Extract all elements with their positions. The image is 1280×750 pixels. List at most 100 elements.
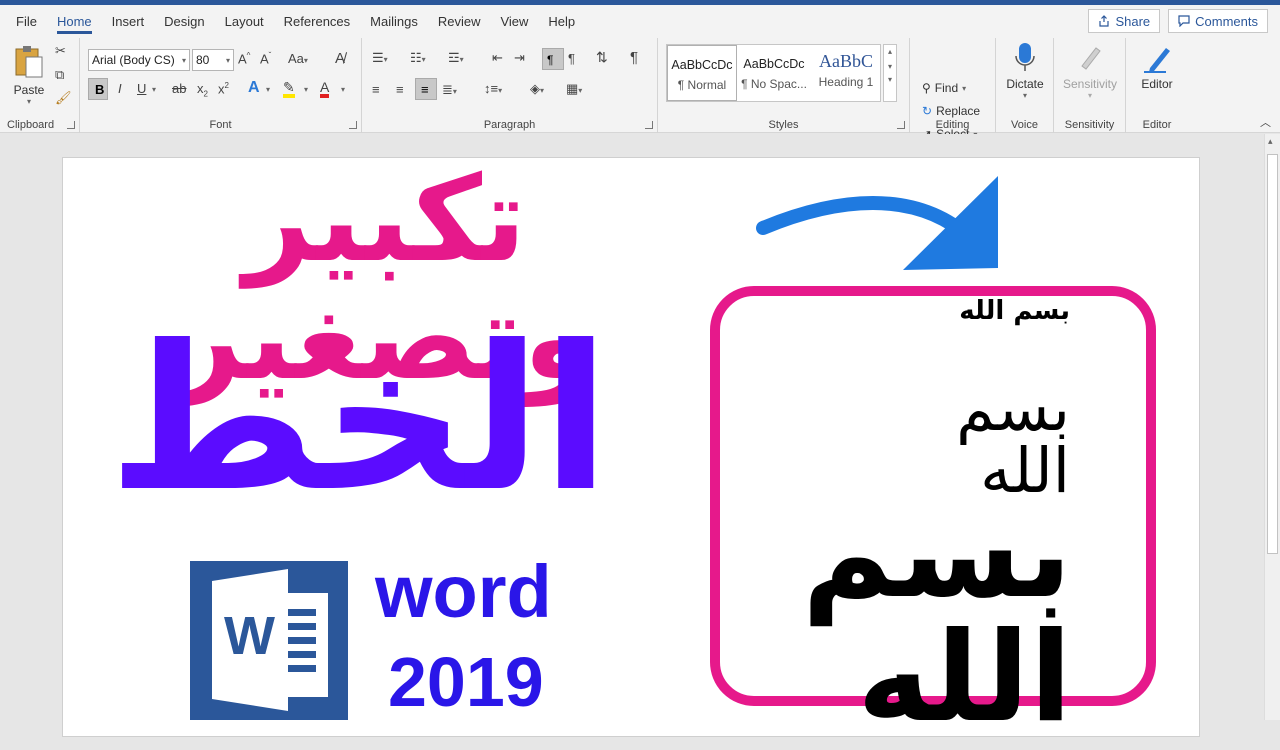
scrollbar-thumb[interactable]	[1267, 154, 1278, 554]
styles-scroll[interactable]: ▴ ▾ ▾	[883, 44, 897, 102]
dictate-label: Dictate	[1006, 77, 1044, 91]
editor-pen-icon	[1144, 48, 1170, 73]
strikethrough-icon[interactable]: ab	[172, 82, 186, 95]
font-launcher-icon[interactable]	[349, 121, 357, 129]
ltr-icon: ¶	[547, 53, 554, 67]
show-marks-icon[interactable]: ¶	[630, 50, 638, 65]
paragraph-launcher-icon[interactable]	[645, 121, 653, 129]
tab-insert[interactable]: Insert	[102, 5, 155, 38]
replace-label: Replace	[936, 104, 981, 118]
line-spacing-icon[interactable]: ↕≡▾	[484, 82, 502, 95]
align-left-icon[interactable]: ≡	[372, 83, 380, 96]
rtl-icon[interactable]: ¶	[568, 52, 575, 65]
underline-caret-icon[interactable]: ▾	[152, 86, 156, 94]
paragraph-group-label: Paragraph	[483, 119, 536, 131]
cut-icon[interactable]: ✂	[55, 44, 66, 57]
clear-formatting-icon[interactable]: A̸	[335, 51, 345, 66]
font-name-caret-icon: ▾	[181, 56, 186, 65]
italic-icon[interactable]: I	[118, 82, 122, 95]
align-right-button[interactable]: ≡	[415, 78, 437, 100]
grow-font-icon[interactable]: A^	[238, 52, 250, 66]
highlight-icon[interactable]: ✎	[283, 80, 295, 98]
voice-group: Dictate ▾ Voice	[996, 38, 1054, 133]
menu-bar: File Home Insert Design Layout Reference…	[0, 5, 1280, 38]
text-effects-icon[interactable]: A	[248, 80, 260, 96]
tab-references[interactable]: References	[274, 5, 360, 38]
styles-gallery: AaBbCcDc ¶ Normal AaBbCcDc ¶ No Spac... …	[666, 44, 881, 102]
style-sample: AaBbC	[819, 51, 873, 71]
text-effects-caret-icon[interactable]: ▾	[266, 86, 270, 94]
styles-launcher-icon[interactable]	[897, 121, 905, 129]
tab-review[interactable]: Review	[428, 5, 491, 38]
font-color-caret-icon[interactable]: ▾	[341, 86, 345, 94]
vertical-scrollbar[interactable]: ▴	[1264, 134, 1280, 720]
editor-label: Editor	[1141, 77, 1173, 91]
dictate-caret-icon: ▾	[1022, 91, 1027, 100]
find-button[interactable]: ⚲ Find ▾	[922, 81, 966, 95]
shading-icon[interactable]: ◈▾	[530, 82, 544, 95]
paste-label: Paste	[13, 83, 45, 97]
clipboard-launcher-icon[interactable]	[67, 121, 75, 129]
voice-group-label: Voice	[1011, 119, 1038, 131]
borders-icon[interactable]: ▦▾	[566, 82, 582, 95]
tab-view[interactable]: View	[490, 5, 538, 38]
font-name-combo[interactable]: Arial (Body CS) ▾	[88, 49, 190, 71]
sensitivity-caret-icon: ▾	[1087, 91, 1092, 100]
document-workspace	[0, 134, 1280, 737]
tab-design[interactable]: Design	[154, 5, 214, 38]
tab-layout[interactable]: Layout	[215, 5, 274, 38]
document-page[interactable]	[62, 157, 1200, 737]
style-name: Heading 1	[818, 75, 874, 89]
underline-icon[interactable]: U	[137, 82, 146, 95]
increase-indent-icon[interactable]: ⇥	[514, 51, 525, 64]
replace-icon: ↻	[922, 104, 933, 118]
paste-icon	[15, 46, 43, 78]
sort-icon[interactable]: ⇅	[596, 50, 608, 64]
multilevel-list-icon[interactable]: ☲▾	[448, 51, 464, 64]
tab-mailings[interactable]: Mailings	[360, 5, 428, 38]
shrink-font-icon[interactable]: Aˇ	[260, 52, 271, 66]
sensitivity-label: Sensitivity	[1062, 77, 1118, 91]
style-heading-1[interactable]: AaBbC Heading 1	[811, 45, 881, 101]
style-normal[interactable]: AaBbCcDc ¶ Normal	[667, 45, 737, 101]
dictate-button[interactable]: Dictate ▾	[1000, 42, 1050, 100]
scroll-down-icon[interactable]: ▾	[884, 62, 896, 71]
paste-button[interactable]: Paste ▾	[8, 44, 50, 106]
paste-caret-icon[interactable]: ▾	[8, 97, 50, 106]
subscript-icon[interactable]: x2	[197, 82, 208, 99]
tab-help[interactable]: Help	[538, 5, 585, 38]
change-case-label: Aa	[288, 51, 304, 66]
style-name: ¶ No Spac...	[741, 77, 807, 91]
scroll-up-arrow-icon[interactable]: ▴	[1268, 136, 1273, 147]
style-no-spacing[interactable]: AaBbCcDc ¶ No Spac...	[739, 45, 809, 101]
font-color-icon[interactable]: A	[320, 80, 330, 98]
font-group: Arial (Body CS) ▾ 80 ▾ A^ Aˇ Aa▾ A̸ B I …	[80, 38, 362, 133]
decrease-indent-icon[interactable]: ⇤	[492, 51, 503, 64]
change-case-button[interactable]: Aa▾	[288, 52, 308, 65]
highlight-caret-icon[interactable]: ▾	[304, 86, 308, 94]
share-button[interactable]: Share	[1088, 9, 1161, 33]
bold-button[interactable]: B	[88, 78, 108, 100]
font-size-combo[interactable]: 80 ▾	[192, 49, 234, 71]
sensitivity-icon	[1081, 47, 1101, 70]
copy-icon[interactable]: ⧉	[55, 68, 64, 81]
collapse-ribbon-icon[interactable]: ︿	[1260, 118, 1271, 129]
more-styles-icon[interactable]: ▾	[884, 75, 896, 84]
ltr-button[interactable]: ¶	[542, 48, 564, 70]
scroll-up-icon[interactable]: ▴	[884, 47, 896, 56]
editor-group: Editor Editor	[1126, 38, 1188, 133]
tab-file[interactable]: File	[0, 5, 47, 38]
superscript-icon[interactable]: x2	[218, 82, 229, 96]
numbering-icon[interactable]: ☷▾	[410, 51, 426, 64]
sensitivity-button[interactable]: Sensitivity ▾	[1058, 42, 1122, 100]
format-painter-icon[interactable]: 🖌	[55, 91, 72, 104]
comments-button[interactable]: Comments	[1168, 9, 1268, 33]
bullets-icon[interactable]: ☰▾	[372, 51, 388, 64]
justify-icon[interactable]: ≣▾	[442, 83, 457, 96]
align-center-icon[interactable]: ≡	[396, 83, 404, 96]
paragraph-group: ☰▾ ☷▾ ☲▾ ⇤ ⇥ ¶ ¶ ⇅ ¶ ≡ ≡ ≡ ≣▾ ↕≡▾ ◈▾ ▦▾ …	[362, 38, 658, 133]
editor-button[interactable]: Editor	[1132, 42, 1182, 91]
tab-home[interactable]: Home	[47, 5, 102, 38]
replace-button[interactable]: ↻ Replace	[922, 104, 980, 118]
sensitivity-group-label: Sensitivity	[1064, 119, 1115, 131]
